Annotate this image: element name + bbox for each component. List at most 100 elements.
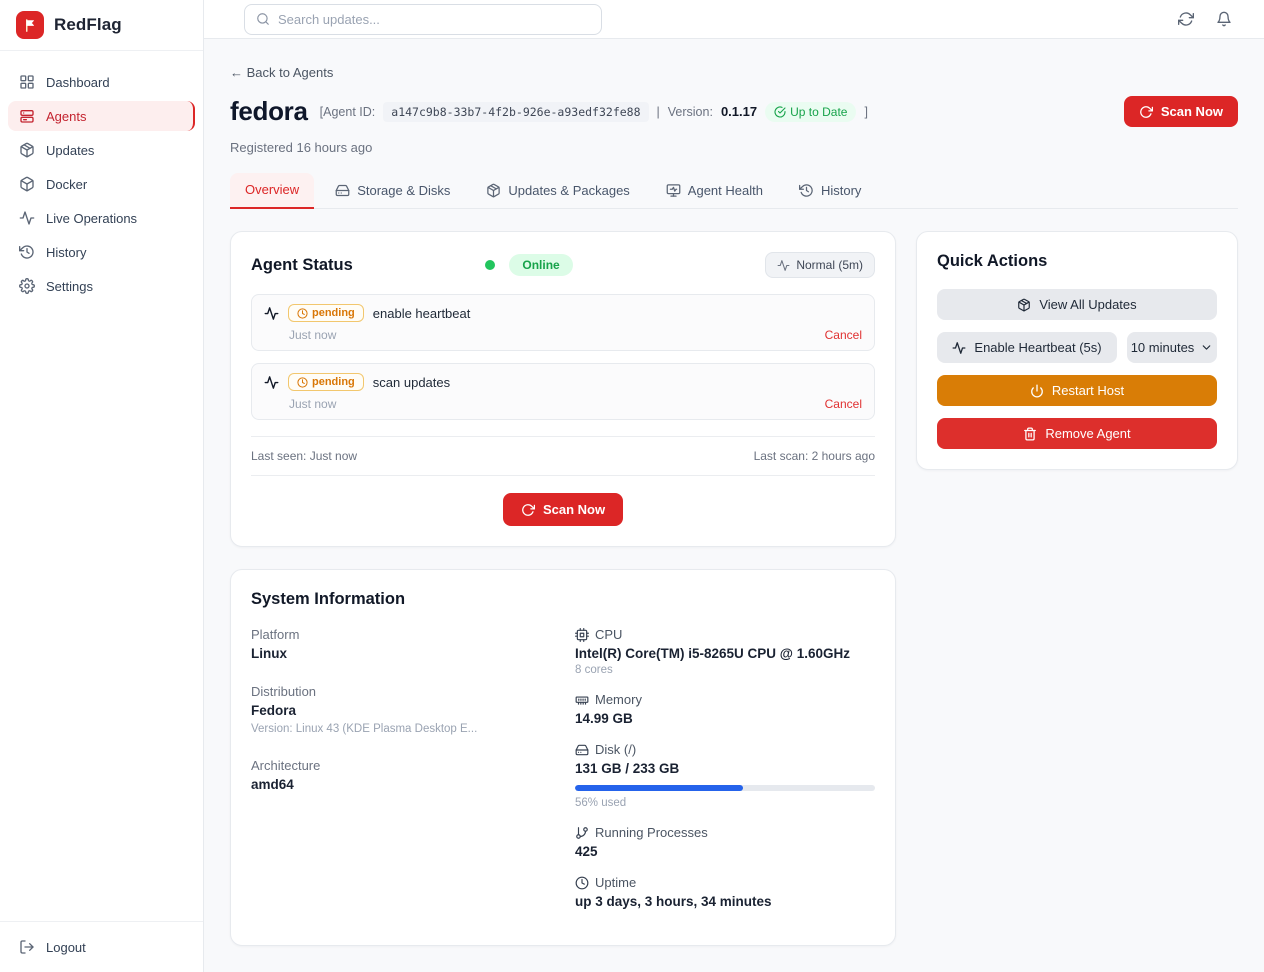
back-to-agents-link[interactable]: ← Back to Agents [230, 65, 1238, 80]
cancel-task-link[interactable]: Cancel [825, 328, 862, 342]
pending-label: pending [312, 307, 355, 319]
brand-name: RedFlag [54, 15, 122, 35]
disk-progress-fill [575, 785, 743, 791]
task-name: scan updates [373, 375, 450, 390]
sidebar-item-settings[interactable]: Settings [8, 271, 195, 301]
tabs: Overview Storage & Disks Updates & Packa… [230, 173, 1238, 209]
activity-icon [777, 259, 790, 272]
sidebar-item-docker[interactable]: Docker [8, 169, 195, 199]
cpu-icon [575, 628, 589, 642]
tab-label: Overview [245, 182, 299, 197]
disk-progress-bar [575, 785, 875, 791]
sidebar: RedFlag Dashboard Agents Updates Docker … [0, 0, 204, 972]
up-to-date-label: Up to Date [790, 105, 847, 119]
enable-heartbeat-button[interactable]: Enable Heartbeat (5s) [937, 332, 1117, 363]
bell-icon[interactable] [1216, 11, 1232, 27]
tab-label: Storage & Disks [357, 183, 450, 198]
online-badge: Online [509, 254, 572, 276]
refresh-icon [521, 503, 535, 517]
history-icon [19, 244, 35, 260]
sidebar-item-live-operations[interactable]: Live Operations [8, 203, 195, 233]
schedule-label: Normal (5m) [796, 258, 863, 272]
search-input[interactable] [278, 12, 590, 27]
interval-value: 10 minutes [1131, 340, 1195, 355]
quick-actions-card: Quick Actions View All Updates Enable He… [916, 231, 1238, 470]
heartbeat-schedule-badge[interactable]: Normal (5m) [765, 252, 875, 278]
agent-header: fedora [Agent ID: a147c9b8-33b7-4f2b-926… [230, 96, 1238, 155]
distribution-value: Fedora [251, 703, 551, 718]
enable-heartbeat-label: Enable Heartbeat (5s) [974, 340, 1101, 355]
meta-bracket-close: ] [864, 105, 867, 119]
package-icon [19, 142, 35, 158]
clock-icon [297, 308, 308, 319]
sidebar-item-history[interactable]: History [8, 237, 195, 267]
sidebar-item-label: Settings [46, 279, 93, 294]
logout-label: Logout [46, 940, 86, 955]
tab-storage-disks[interactable]: Storage & Disks [320, 173, 465, 209]
sidebar-item-label: History [46, 245, 86, 260]
activity-icon [264, 375, 279, 390]
logout-icon [19, 939, 35, 955]
tab-agent-health[interactable]: Agent Health [651, 173, 778, 209]
agent-meta: [Agent ID: a147c9b8-33b7-4f2b-926e-a93ed… [320, 102, 868, 122]
clock-icon [799, 183, 814, 198]
scan-now-button-header[interactable]: Scan Now [1124, 96, 1238, 127]
cancel-task-link[interactable]: Cancel [825, 397, 862, 411]
sidebar-item-updates[interactable]: Updates [8, 135, 195, 165]
hard-drive-icon [335, 183, 350, 198]
pending-badge: pending [288, 304, 364, 322]
package-icon [1017, 298, 1031, 312]
chevron-down-icon [1200, 341, 1213, 354]
search-box[interactable] [244, 4, 602, 35]
last-seen-text: Last seen: Just now [251, 449, 357, 463]
tab-overview[interactable]: Overview [230, 173, 314, 209]
refresh-icon [1139, 105, 1153, 119]
git-branch-icon [575, 826, 589, 840]
disk-value: 131 GB / 233 GB [575, 761, 875, 776]
tab-history[interactable]: History [784, 173, 876, 209]
memory-value: 14.99 GB [575, 711, 875, 726]
remove-agent-button[interactable]: Remove Agent [937, 418, 1217, 449]
tab-updates-packages[interactable]: Updates & Packages [471, 173, 644, 209]
scan-now-label: Scan Now [543, 502, 605, 517]
platform-label: Platform [251, 627, 551, 642]
view-all-updates-label: View All Updates [1039, 297, 1136, 312]
view-all-updates-button[interactable]: View All Updates [937, 289, 1217, 320]
system-information-card: System Information Platform Linux Distri… [230, 569, 896, 946]
tab-label: Updates & Packages [508, 183, 629, 198]
remove-agent-label: Remove Agent [1045, 426, 1130, 441]
interval-dropdown[interactable]: 10 minutes [1127, 332, 1217, 363]
task-row: pending enable heartbeat Just now Cancel [251, 294, 875, 351]
up-to-date-badge: Up to Date [765, 102, 856, 122]
task-time: Just now [289, 328, 336, 342]
flag-icon [23, 18, 38, 33]
content: ← Back to Agents fedora [Agent ID: a147c… [204, 39, 1264, 972]
trash-icon [1023, 427, 1037, 441]
registered-text: Registered 16 hours ago [230, 140, 868, 155]
meta-separator: | [657, 105, 660, 119]
scan-now-button-card[interactable]: Scan Now [503, 493, 623, 526]
refresh-icon[interactable] [1178, 11, 1194, 27]
system-information-title: System Information [251, 590, 875, 609]
brand-logo [16, 11, 44, 39]
quick-actions-title: Quick Actions [937, 252, 1217, 271]
logout-button[interactable]: Logout [19, 939, 184, 955]
activity-icon [19, 210, 35, 226]
processes-label: Running Processes [595, 825, 708, 840]
sidebar-item-agents[interactable]: Agents [8, 101, 195, 131]
sidebar-item-dashboard[interactable]: Dashboard [8, 67, 195, 97]
cpu-value: Intel(R) Core(TM) i5-8265U CPU @ 1.60GHz [575, 646, 875, 661]
clock-icon [575, 876, 589, 890]
task-name: enable heartbeat [373, 306, 471, 321]
brand: RedFlag [0, 0, 203, 51]
tab-label: History [821, 183, 861, 198]
sidebar-item-label: Agents [46, 109, 86, 124]
platform-value: Linux [251, 646, 551, 661]
agent-id-value: a147c9b8-33b7-4f2b-926e-a93edf32fe88 [383, 102, 648, 122]
tab-label: Agent Health [688, 183, 763, 198]
restart-host-button[interactable]: Restart Host [937, 375, 1217, 406]
sidebar-item-label: Live Operations [46, 211, 137, 226]
cube-icon [19, 176, 35, 192]
sidebar-footer: Logout [0, 921, 203, 972]
agent-status-title: Agent Status [251, 256, 353, 275]
